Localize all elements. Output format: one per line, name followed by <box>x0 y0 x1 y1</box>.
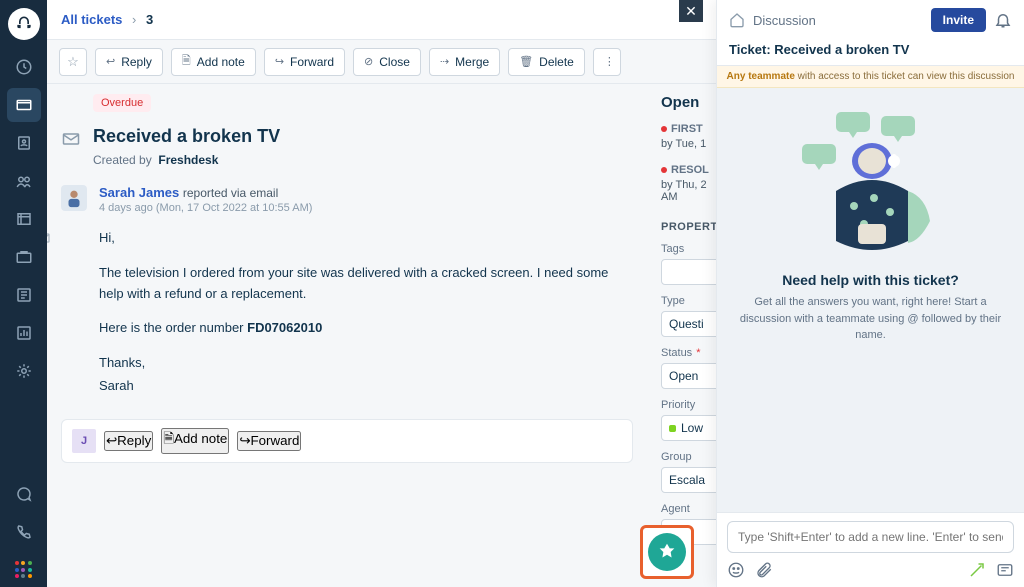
nav-admin-icon[interactable] <box>7 354 41 388</box>
forward-inline-button[interactable]: ↪Forward <box>237 431 301 451</box>
forward-icon: ↪ <box>239 433 250 448</box>
nav-solutions-icon[interactable] <box>7 202 41 236</box>
add-note-button[interactable]: 🗎Add note <box>171 48 256 76</box>
app-logo[interactable] <box>8 8 40 40</box>
delete-button[interactable]: 🗑Delete <box>508 48 585 76</box>
nav-dashboard-icon[interactable] <box>7 50 41 84</box>
note-icon: 🗎 <box>182 52 191 71</box>
requester-name[interactable]: Sarah James <box>99 185 179 200</box>
forward-icon: ↪ <box>275 55 284 68</box>
breadcrumb-ticket-id: 3 <box>146 12 153 27</box>
nav-contacts-icon[interactable] <box>7 126 41 160</box>
reported-via: reported via email <box>183 186 278 200</box>
nav-reports-icon[interactable] <box>7 316 41 350</box>
freddy-bot-icon <box>648 533 686 571</box>
discussion-tab-label: Discussion <box>753 13 923 28</box>
nav-tickets-icon[interactable] <box>7 88 41 122</box>
nav-apps-icon[interactable] <box>7 553 41 587</box>
forward-button[interactable]: ↪Forward <box>264 48 345 76</box>
discussion-title: Ticket: Received a broken TV <box>729 42 1012 57</box>
home-icon[interactable] <box>729 12 745 28</box>
reply-box: J ↩Reply 🗎Add note ↪Forward <box>61 419 633 463</box>
ticket-properties: Open FIRST by Tue, 1 RESOL by Thu, 2AM P… <box>655 84 725 587</box>
reply-icon: ↩ <box>106 433 117 448</box>
more-actions-button[interactable]: ⋮ <box>593 48 621 76</box>
discussion-empty-text: Get all the answers you want, right here… <box>733 294 1008 344</box>
chevron-right-icon: › <box>132 12 136 27</box>
invite-button[interactable]: Invite <box>931 8 986 32</box>
discussion-panel: Discussion Invite Ticket: Received a bro… <box>716 0 1024 587</box>
created-by: Created by Freshdesk <box>93 153 280 167</box>
attachment-icon[interactable] <box>755 561 773 579</box>
close-button[interactable]: ⊘Close <box>353 48 421 76</box>
add-note-inline-button[interactable]: 🗎Add note <box>161 428 229 454</box>
discussion-composer <box>717 512 1024 587</box>
ticket-title: Received a broken TV <box>93 126 280 147</box>
close-panel-button[interactable]: ✕ <box>679 0 703 22</box>
agent-avatar: J <box>72 429 96 453</box>
sla-resolution-label: RESOL <box>671 164 709 176</box>
canned-response-icon[interactable] <box>996 561 1014 579</box>
message-envelope-icon <box>47 230 51 246</box>
sla-first-label: FIRST <box>671 123 703 135</box>
merge-button[interactable]: ⇢Merge <box>429 48 500 76</box>
reply-inline-button[interactable]: ↩Reply <box>104 431 153 451</box>
nav-chat-icon[interactable] <box>7 477 41 511</box>
reply-button[interactable]: ↩Reply <box>95 48 163 76</box>
breadcrumb-all-tickets[interactable]: All tickets <box>61 12 122 27</box>
app-sidebar <box>0 0 47 587</box>
reply-icon: ↩ <box>106 55 115 68</box>
nav-social-icon[interactable] <box>7 164 41 198</box>
discussion-input[interactable] <box>727 521 1014 553</box>
bell-icon[interactable] <box>994 11 1012 29</box>
envelope-icon <box>61 129 81 149</box>
message-timestamp: 4 days ago (Mon, 17 Oct 2022 at 10:55 AM… <box>99 202 312 214</box>
emoji-icon[interactable] <box>727 561 745 579</box>
freddy-bot-highlight[interactable] <box>640 525 694 579</box>
nav-phone-icon[interactable] <box>7 515 41 549</box>
note-icon: 🗎 <box>163 431 174 446</box>
discussion-access-banner: Any teammate with access to this ticket … <box>717 66 1024 88</box>
message-body: Hi, The television I ordered from your s… <box>99 228 633 397</box>
close-check-icon: ⊘ <box>364 55 373 68</box>
nav-forums-icon[interactable] <box>7 240 41 274</box>
star-button[interactable]: ☆ <box>59 48 87 76</box>
magic-reply-icon[interactable] <box>968 561 986 579</box>
trash-icon: 🗑 <box>519 55 533 68</box>
more-vertical-icon: ⋮ <box>604 55 615 68</box>
status-badge-overdue: Overdue <box>93 94 151 112</box>
merge-icon: ⇢ <box>440 55 449 68</box>
ticket-main: Overdue Received a broken TV Created by … <box>47 84 647 587</box>
requester-avatar <box>61 185 87 211</box>
discussion-illustration <box>786 106 956 256</box>
nav-analytics-icon[interactable] <box>7 278 41 312</box>
discussion-empty-heading: Need help with this ticket? <box>782 272 959 288</box>
